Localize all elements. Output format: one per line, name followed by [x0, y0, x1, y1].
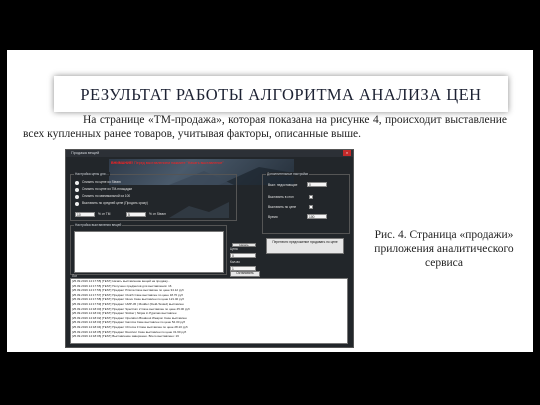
items-list[interactable]	[74, 231, 224, 273]
app-screenshot: Продажа вещей × ВНИМАНИЕ! Перед выставле…	[65, 149, 354, 348]
close-icon[interactable]: ×	[343, 150, 351, 156]
extra-row-0: Выст. недостающие	[268, 183, 298, 187]
extra-row-3: Время	[268, 215, 278, 219]
radio-tm-label: Снизить по цене из TM-площадки	[82, 187, 133, 191]
extra-field-0[interactable]: 0	[307, 182, 327, 187]
price-settings-label: Настройка цены для ...	[74, 172, 111, 176]
extra-field-3[interactable]: 100	[307, 214, 327, 219]
radio-min[interactable]	[75, 195, 79, 199]
extra-row-1: Выставить в стоп	[268, 195, 294, 199]
start-button[interactable]: Начать	[232, 243, 256, 247]
extra-settings-label: Дополнительные настройки	[266, 172, 310, 176]
log-panel[interactable]: [25.09.2019 14:17:55] [TEST] Начать выст…	[70, 278, 348, 344]
price-label: Цена	[230, 247, 238, 251]
radio-average-label: Выставить по средней цене (Продать сразу…	[82, 201, 148, 205]
extra-check-1[interactable]	[309, 195, 313, 199]
window-titlebar: Продажа вещей ×	[66, 150, 353, 157]
body-paragraph-text: На странице «TM-продажа», которая показа…	[23, 114, 507, 140]
radio-steam-label: Снизить по цене из Steam	[82, 180, 121, 184]
percent-steam-label: % от Steam	[149, 212, 166, 216]
slide-title: РЕЗУЛЬТАТ РАБОТЫ АЛГОРИТМА АНАЛИЗА ЦЕН	[80, 85, 482, 104]
window-title: Продажа вещей	[71, 151, 100, 155]
price-settings-group: Настройка цены для ... Снизить по цене и…	[70, 172, 237, 221]
percent-tm-label: % от ТМ	[98, 212, 111, 216]
radio-average[interactable]	[75, 202, 79, 206]
body-paragraph: На странице «TM-продажа», которая показа…	[23, 113, 507, 141]
radio-tm[interactable]	[75, 188, 79, 192]
figure-caption: Рис. 4. Страница «продажи» приложения ан…	[374, 229, 514, 269]
log-row: [25.09.2019 14:18:06] [TEST] Выставление…	[72, 334, 179, 339]
decor-graphic	[169, 202, 229, 218]
extra-check-2[interactable]	[309, 205, 313, 209]
items-group: Настройка выставления вещей	[70, 223, 227, 275]
radio-min-label: Снизить по минимальной из 100	[82, 194, 131, 198]
price-field[interactable]: 0	[230, 253, 256, 258]
stop-button[interactable]: Остановить	[230, 271, 260, 277]
slide: РЕЗУЛЬТАТ РАБОТЫ АЛГОРИТМА АНАЛИЗА ЦЕН Н…	[7, 50, 533, 352]
extra-row-2: Выставить по цене	[268, 205, 297, 209]
items-group-label: Настройка выставления вещей	[74, 223, 123, 227]
extra-settings-group: Дополнительные настройки Выст. недостающ…	[262, 172, 350, 234]
percent-tm-field[interactable]: 10	[75, 212, 95, 217]
qty-label: Кол-во	[230, 260, 240, 264]
radio-steam[interactable]	[75, 181, 79, 185]
percent-steam-field[interactable]: 5	[126, 212, 146, 217]
move-offer-button[interactable]: Перенести предложение продавать по цене	[266, 238, 344, 254]
title-band: РЕЗУЛЬТАТ РАБОТЫ АЛГОРИТМА АНАЛИЗА ЦЕН	[54, 76, 508, 112]
